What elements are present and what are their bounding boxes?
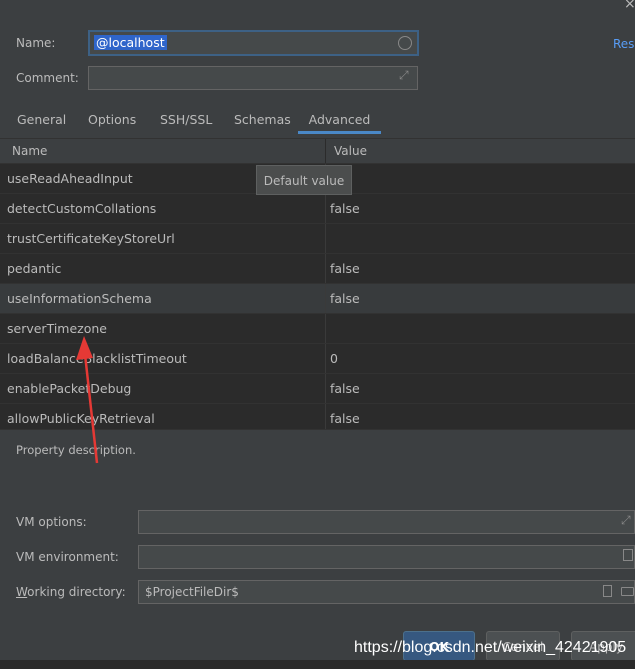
watermark: https://blog.csdn.net/weixin_42421905 [354, 639, 627, 656]
annotation-arrow [76, 336, 99, 464]
